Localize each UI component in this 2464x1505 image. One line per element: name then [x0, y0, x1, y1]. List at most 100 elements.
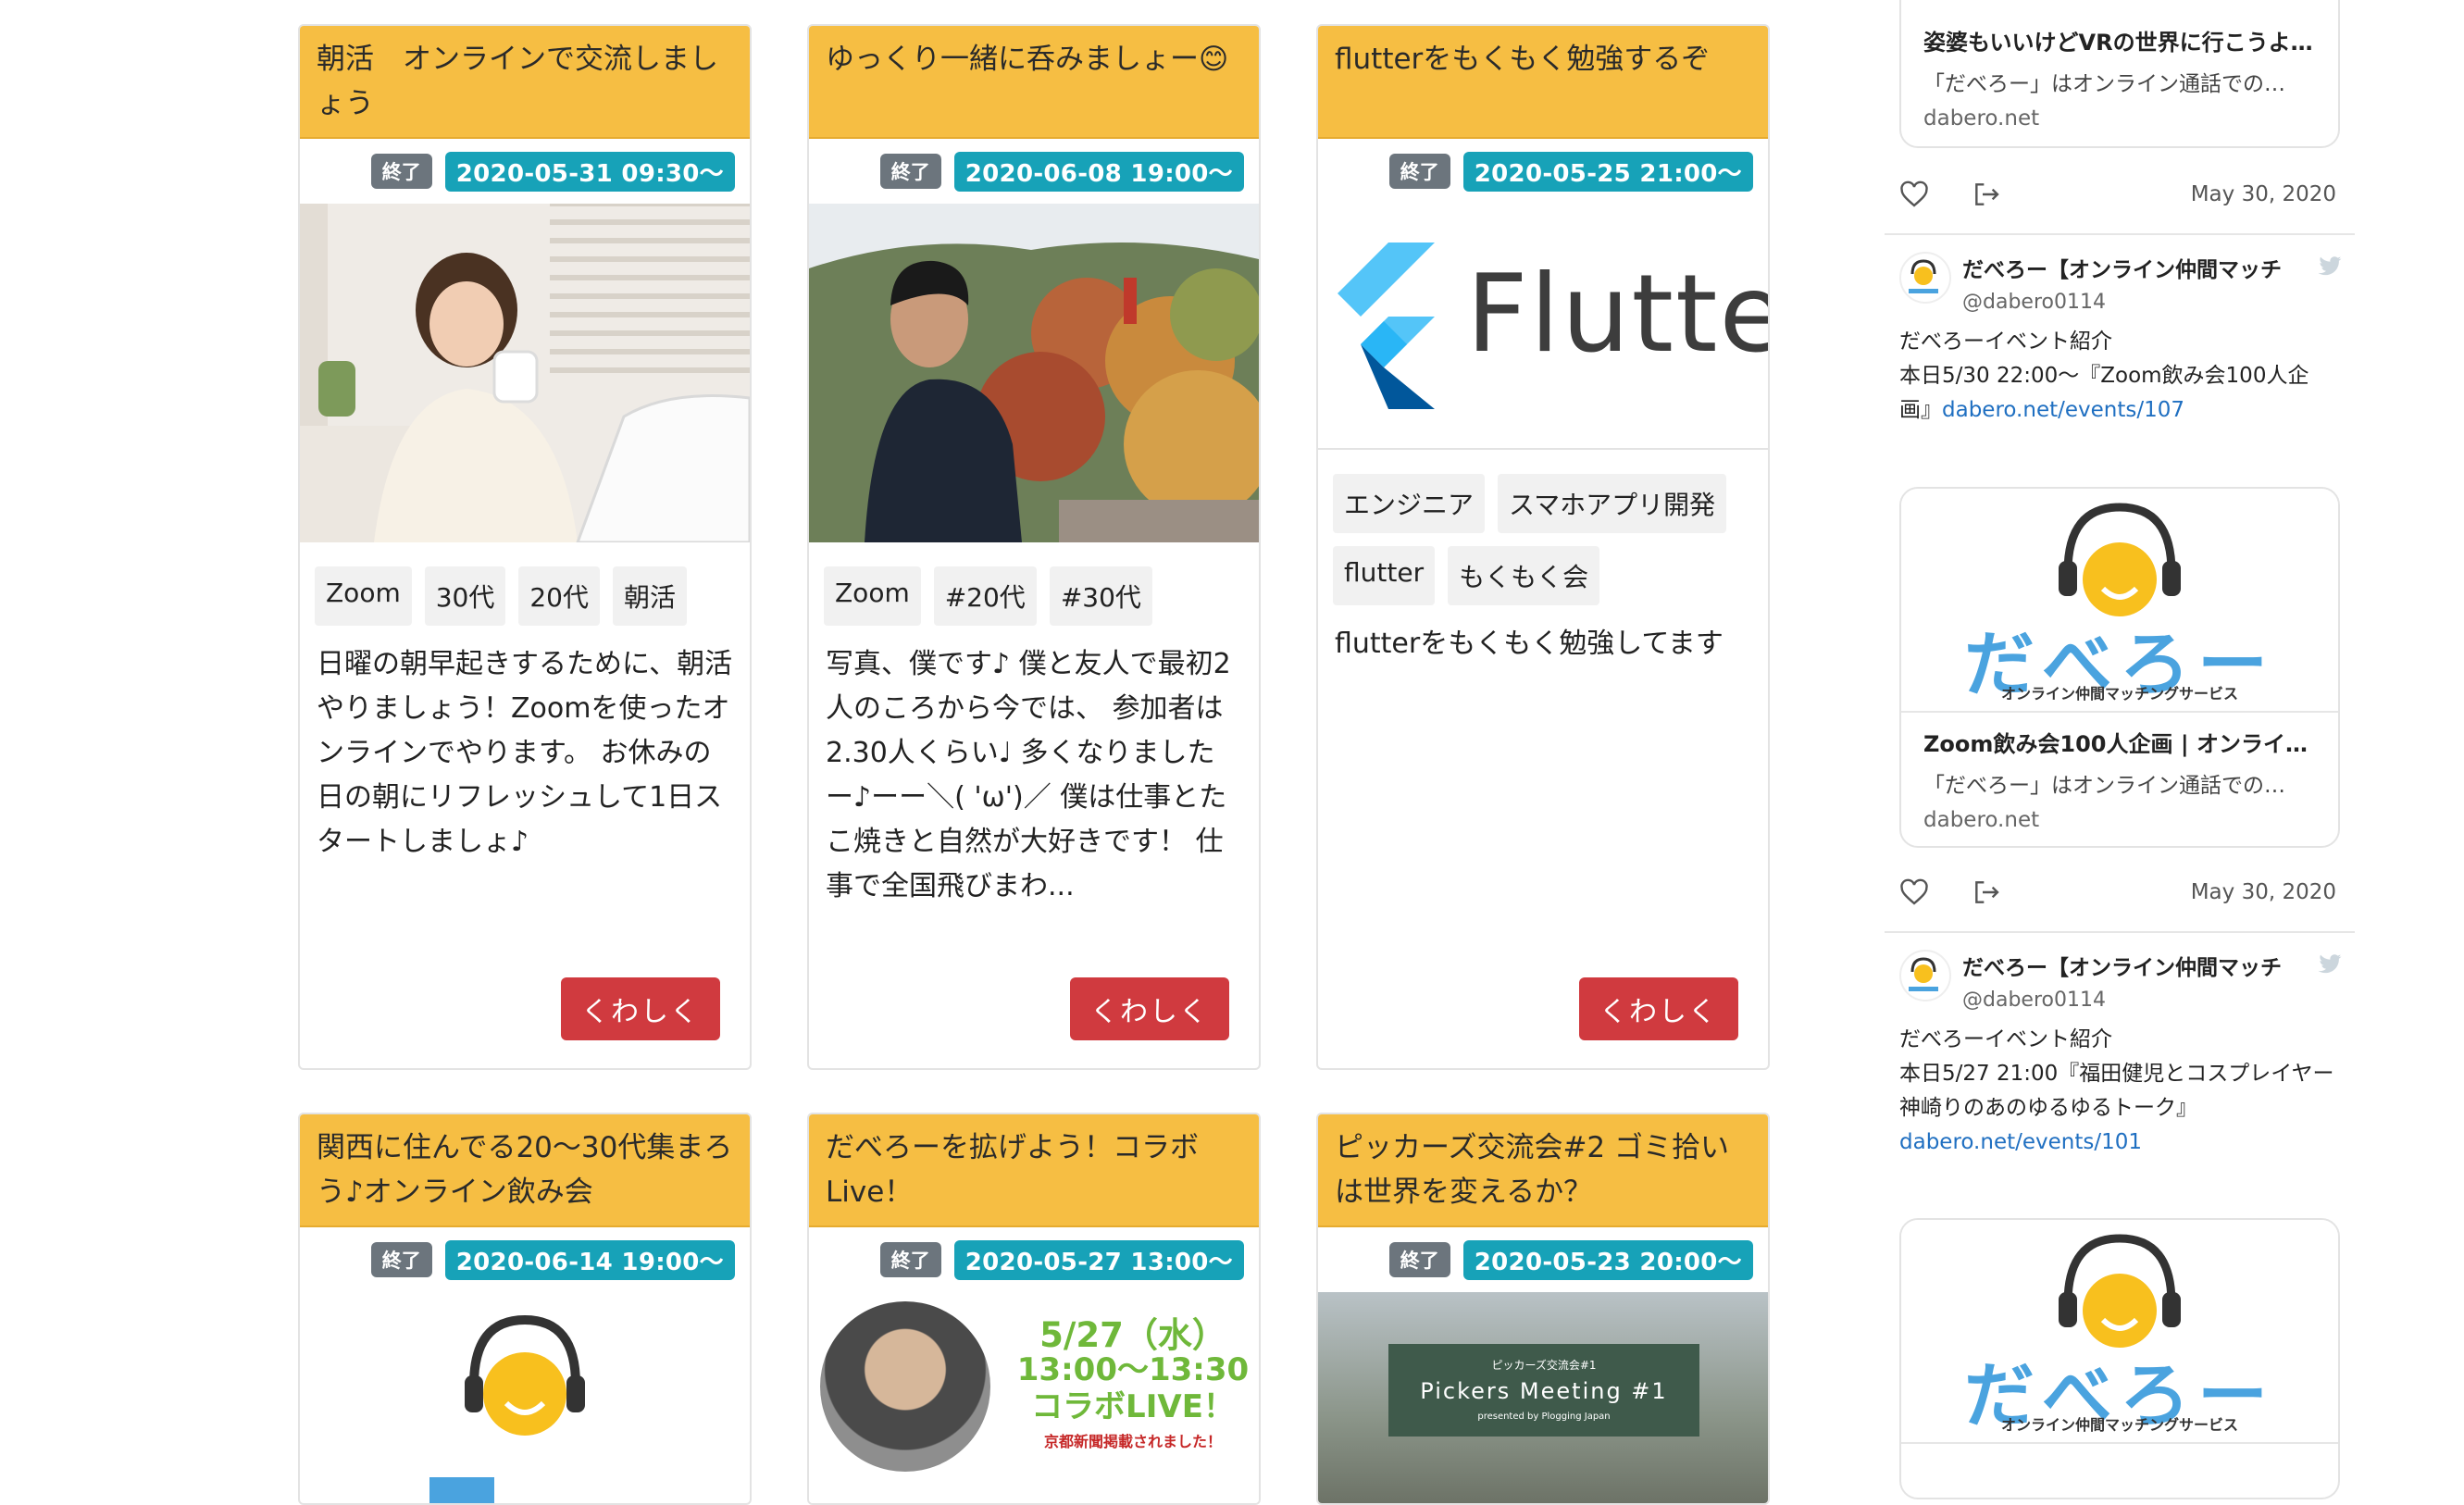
tag[interactable]: Zoom: [315, 566, 412, 626]
tweet-text: だべろーイベント紹介 本日5/30 22:00〜『Zoom飲み会100人企画』d…: [1899, 325, 2344, 428]
tweet-date[interactable]: May 30, 2020: [2191, 182, 2336, 206]
tag[interactable]: flutter: [1333, 546, 1436, 605]
card-meta: 終了 2020-06-08 19:00〜: [809, 139, 1259, 204]
card-meta: 終了 2020-05-27 13:00〜: [809, 1227, 1259, 1292]
event-description: 写真、僕です♪ 僕と友人で最初2人のころから今では、 参加者は2.30人くらい♩…: [826, 648, 1231, 902]
link-card-image: だべろー オンライン仲間マッチングサービス: [1901, 489, 2338, 713]
event-card: ゆっくり一緒に呑みましょー😊 終了 2020-06-08 19:00〜 Zoom…: [807, 24, 1261, 1070]
tag[interactable]: スマホアプリ開発: [1498, 474, 1727, 533]
tag[interactable]: #20代: [933, 566, 1037, 626]
avatar[interactable]: [1899, 950, 1951, 1001]
tweet-author-name[interactable]: だべろー【オンライン仲間マッチ: [1962, 252, 2312, 283]
status-badge: 終了: [370, 1242, 432, 1277]
link-card-domain: dabero.net: [1923, 106, 2040, 131]
tweet-header: だべろー【オンライン仲間マッチ @dabero0114: [1899, 950, 2344, 1012]
link-card-image: だべろー オンライン仲間マッチングサービス: [1901, 1220, 2338, 1444]
banner-subtitle: presented by Plogging Japan: [1477, 1412, 1611, 1422]
avatar[interactable]: [1899, 252, 1951, 304]
card-meta: 終了 2020-05-23 20:00〜: [1318, 1227, 1768, 1292]
card-title[interactable]: 朝活 オンラインで交流しましょう: [300, 26, 750, 139]
dabero-avatar-icon: [1909, 957, 1938, 991]
logo-tagline: オンライン仲間マッチングサービス: [2000, 1416, 2238, 1434]
event-thumbnail-pickers-meeting[interactable]: ピッカーズ交流会#1 Pickers Meeting #1 presented …: [1318, 1292, 1768, 1503]
details-button[interactable]: くわしく: [1070, 977, 1229, 1040]
date-badge: 2020-05-23 20:00〜: [1462, 1239, 1753, 1280]
photo-illustration: [300, 204, 750, 542]
tag[interactable]: 朝活: [613, 566, 688, 626]
twitter-bird-icon[interactable]: [2316, 950, 2344, 977]
status-badge: 終了: [879, 1242, 941, 1277]
tweet-line: だべろーイベント紹介: [1899, 1027, 2112, 1051]
status-badge: 終了: [1388, 154, 1450, 189]
card-meta: 終了 2020-05-31 09:30〜: [300, 139, 750, 204]
share-icon[interactable]: [1972, 180, 2001, 209]
flutter-logo-icon: [1338, 243, 1435, 409]
event-thumbnail-flutter-logo[interactable]: Flutter: [1318, 204, 1768, 450]
dabero-logo-icon: [429, 1314, 585, 1503]
tweet: だべろー【オンライン仲間マッチ @dabero0114 だべろーイベント紹介 本…: [1899, 252, 2344, 428]
tweet-header: だべろー【オンライン仲間マッチ @dabero0114: [1899, 252, 2344, 314]
details-button[interactable]: くわしく: [1579, 977, 1738, 1040]
tag[interactable]: #30代: [1049, 566, 1152, 626]
event-description: flutterをもくもく勉強してます: [1335, 628, 1724, 660]
live-label: コラボLIVE！: [1031, 1388, 1235, 1425]
heart-icon[interactable]: [1899, 180, 1929, 209]
tweet-author-name[interactable]: だべろー【オンライン仲間マッチ: [1962, 950, 2312, 981]
tweet-author-handle[interactable]: @dabero0114: [1962, 291, 2312, 314]
heart-icon[interactable]: [1899, 877, 1929, 907]
status-badge: 終了: [1388, 1242, 1450, 1277]
event-card: flutterをもくもく勉強するぞ 終了 2020-05-25 21:00〜 F…: [1316, 24, 1770, 1070]
card-title[interactable]: flutterをもくもく勉強するぞ: [1318, 26, 1768, 139]
date-badge: 2020-05-31 09:30〜: [444, 151, 735, 192]
event-card: ピッカーズ交流会#2 ゴミ拾いは世界を変えるか？ 終了 2020-05-23 2…: [1316, 1113, 1770, 1505]
link-card-title: Zoom飲み会100人企画 | オンライン…: [1923, 731, 2316, 757]
card-title[interactable]: ゆっくり一緒に呑みましょー😊: [809, 26, 1259, 139]
event-thumbnail-woman-with-laptop[interactable]: [300, 204, 750, 542]
event-card: 関西に住んでる20〜30代集まろう♪オンライン飲み会 終了 2020-06-14…: [298, 1113, 752, 1505]
tweet-actions: May 30, 2020: [1899, 874, 2336, 911]
date-badge: 2020-05-25 21:00〜: [1462, 151, 1753, 192]
tweet-divider: [1885, 931, 2355, 933]
card-title[interactable]: ピッカーズ交流会#2 ゴミ拾いは世界を変えるか？: [1318, 1114, 1768, 1227]
card-title[interactable]: 関西に住んでる20〜30代集まろう♪オンライン飲み会: [300, 1114, 750, 1227]
link-card-domain: dabero.net: [1923, 808, 2040, 832]
tweet-line: 本日5/27 21:00『福田健児とコスプレイヤー神崎りのあのゆるゆるトーク』: [1899, 1062, 2334, 1120]
meeting-banner: ピッカーズ交流会#1 Pickers Meeting #1 presented …: [1388, 1344, 1699, 1437]
tag-list: Zoom 30代 20代 朝活: [300, 542, 750, 626]
dabero-avatar-icon: [1909, 259, 1938, 293]
banner-small-title: ピッカーズ交流会#1: [1491, 1359, 1597, 1372]
tweet-date[interactable]: May 30, 2020: [2191, 880, 2336, 904]
tag[interactable]: エンジニア: [1333, 474, 1486, 533]
tweet-link-card[interactable]: 姿婆もいいけどVRの世界に行こうよ… 「だべろー」はオンライン通話での… dab…: [1899, 0, 2340, 148]
link-card-description: 「だべろー」はオンライン通話での…: [1923, 72, 2285, 96]
event-thumbnail-man-in-autumn[interactable]: [809, 204, 1259, 542]
tweet-link[interactable]: dabero.net/events/101: [1899, 1126, 2344, 1160]
card-meta: 終了 2020-06-14 19:00〜: [300, 1227, 750, 1292]
tweet-link[interactable]: dabero.net/events/107: [1942, 398, 2184, 422]
speaker-photo: [820, 1301, 990, 1472]
tweet-line: だべろーイベント紹介: [1899, 330, 2112, 354]
tweet-link-card[interactable]: だべろー オンライン仲間マッチングサービス: [1899, 1218, 2340, 1499]
card-meta: 終了 2020-05-25 21:00〜: [1318, 139, 1768, 204]
tag[interactable]: もくもく会: [1448, 546, 1600, 605]
date-badge: 2020-06-14 19:00〜: [444, 1239, 735, 1280]
tweet-actions: May 30, 2020: [1899, 176, 2336, 213]
tag[interactable]: Zoom: [824, 566, 921, 626]
tweet-author-handle[interactable]: @dabero0114: [1962, 989, 2312, 1012]
tag[interactable]: 20代: [518, 566, 600, 626]
event-thumbnail-dabero-logo[interactable]: [300, 1292, 750, 1503]
press-note: 京都新聞掲載されました！: [1043, 1433, 1222, 1450]
tag[interactable]: 30代: [424, 566, 506, 626]
status-badge: 終了: [879, 154, 941, 189]
event-card: 朝活 オンラインで交流しましょう 終了 2020-05-31 09:30〜 Zo…: [298, 24, 752, 1070]
tweet-link-card[interactable]: だべろー オンライン仲間マッチングサービス Zoom飲み会100人企画 | オン…: [1899, 487, 2340, 848]
details-button[interactable]: くわしく: [561, 977, 720, 1040]
twitter-bird-icon[interactable]: [2316, 252, 2344, 280]
logo-tagline: オンライン仲間マッチングサービス: [2000, 685, 2238, 703]
event-thumbnail-collab-live[interactable]: 5/27（水） 13:00〜13:30 コラボLIVE！ 京都新聞掲載されました…: [809, 1292, 1259, 1503]
date-badge: 2020-06-08 19:00〜: [953, 151, 1244, 192]
share-icon[interactable]: [1972, 877, 2001, 907]
card-title[interactable]: だべろーを拡げよう！コラボLive！: [809, 1114, 1259, 1227]
date-badge: 2020-05-27 13:00〜: [953, 1239, 1244, 1280]
tweet-text: だべろーイベント紹介 本日5/27 21:00『福田健児とコスプレイヤー神崎りの…: [1899, 1023, 2344, 1160]
